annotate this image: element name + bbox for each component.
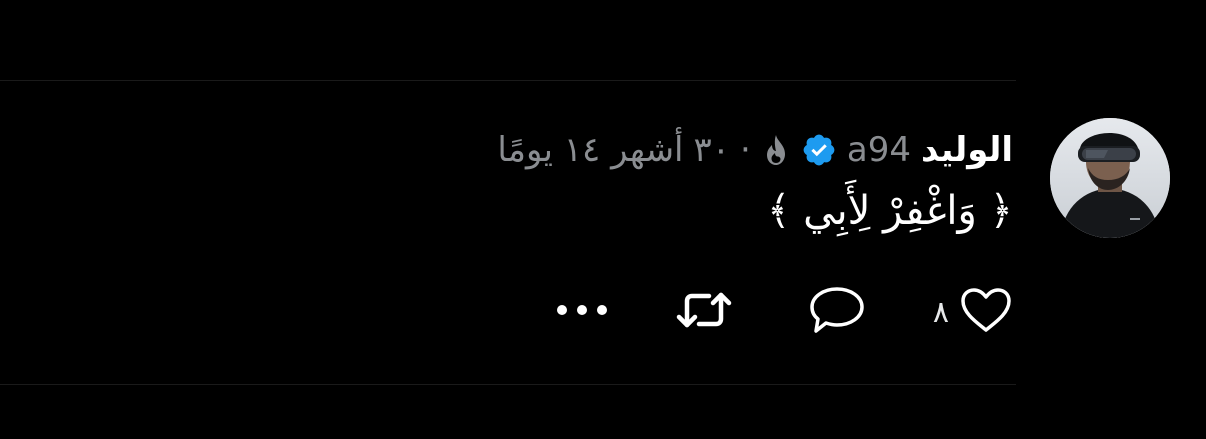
more-icon — [553, 300, 611, 324]
tweet-text: ﴿ وَاغْفِرْ لِأَبِي ﴾ — [767, 188, 1013, 234]
avatar[interactable] — [1050, 118, 1170, 238]
heart-icon — [959, 286, 1013, 338]
avatar-photo — [1050, 118, 1170, 238]
tweet-timestamp[interactable]: أشهر ١٤ يومًا — [497, 130, 683, 170]
like-count: ٨ — [932, 294, 949, 330]
reply-icon — [807, 284, 867, 340]
streak-count: ٣٠ — [693, 130, 731, 170]
bottom-divider — [0, 384, 1016, 385]
more-options-button[interactable] — [553, 300, 611, 324]
handle[interactable]: a94 — [847, 130, 911, 170]
reply-button[interactable] — [807, 284, 867, 340]
top-divider — [0, 80, 1016, 81]
tweet-header: الوليد a94 · ٣٠ أشهر ١٤ يومًا — [497, 122, 1013, 178]
like-button[interactable]: ٨ — [933, 286, 1013, 338]
retweet-icon — [673, 287, 735, 337]
tweet-actions: ٨ — [553, 282, 1013, 342]
flame-icon — [761, 133, 791, 167]
header-separator: · — [740, 130, 751, 170]
retweet-button[interactable] — [673, 287, 735, 337]
verified-badge-icon — [801, 132, 837, 168]
display-name[interactable]: الوليد — [921, 130, 1013, 170]
